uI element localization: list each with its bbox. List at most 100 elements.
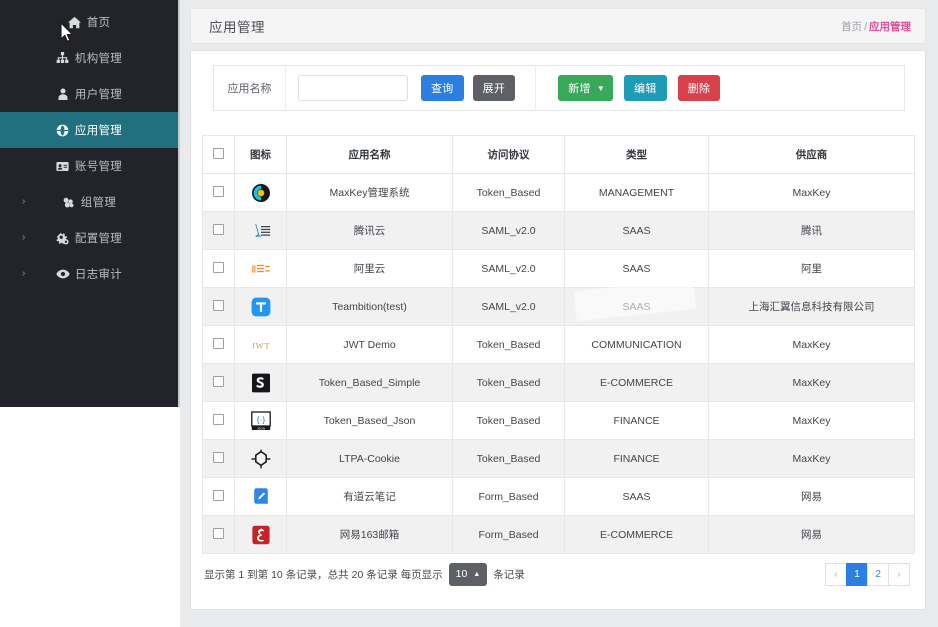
sidebar-item-label: 配置管理	[74, 233, 123, 245]
row-protocol: Token_Based	[452, 363, 565, 402]
table-row[interactable]: {·} JSON Token_Based_Json Token_Based FIN…	[202, 401, 915, 440]
sidebar-item-users[interactable]: 用户管理	[0, 76, 178, 112]
eye-icon	[56, 267, 70, 281]
ltpa-icon	[236, 449, 286, 469]
row-name: LTPA-Cookie	[286, 439, 453, 478]
row-name: 有道云笔记	[286, 477, 453, 516]
row-checkbox[interactable]	[213, 261, 224, 273]
row-checkbox-cell[interactable]	[202, 211, 235, 250]
chevron-down-icon: ▼	[596, 83, 606, 93]
row-protocol: Token_Based	[452, 401, 565, 440]
table-row[interactable]: Teambition(test) SAML_v2.0 SAAS 上海汇翼信息科技…	[202, 287, 915, 326]
row-vendor: 上海汇翼信息科技有限公司	[708, 287, 915, 326]
row-checkbox[interactable]	[213, 527, 224, 539]
table-row[interactable]: 阿里云 SAML_v2.0 SAAS 阿里	[202, 249, 915, 288]
pagination-page-1[interactable]: 1	[846, 562, 868, 586]
row-checkbox[interactable]	[213, 375, 224, 387]
row-name: Token_Based_Json	[286, 401, 453, 440]
table-row[interactable]: 网易163邮箱 Form_Based E-COMMERCE 网易	[202, 515, 915, 554]
row-checkbox[interactable]	[213, 337, 224, 349]
table-header-row: 图标 应用名称 访问协议 类型 供应商	[202, 135, 915, 174]
sidebar-item-audit[interactable]: › 日志审计	[0, 256, 178, 292]
row-vendor: MaxKey	[708, 325, 915, 364]
maxkey-icon	[236, 183, 286, 203]
chevron-right-icon: ›	[22, 232, 26, 243]
row-checkbox-cell[interactable]	[202, 325, 235, 364]
youdao-icon	[236, 487, 286, 507]
expand-button[interactable]: 展开	[472, 75, 516, 101]
edit-button[interactable]: 编辑	[624, 75, 667, 101]
pagination-next[interactable]: ›	[888, 562, 910, 586]
app-root: 首页 机构管理 用户管理 应用管理 账号管理 › 组管理 › 配置管理 › 日志…	[0, 0, 938, 627]
row-type: FINANCE	[564, 401, 709, 440]
row-name: 网易163邮箱	[286, 515, 453, 554]
sidebar-item-apps[interactable]: 应用管理	[0, 112, 178, 148]
row-checkbox[interactable]	[213, 489, 224, 501]
row-vendor: MaxKey	[708, 363, 915, 402]
search-input[interactable]	[298, 75, 408, 101]
json-icon: {·} JSON	[236, 410, 286, 431]
row-icon-cell	[234, 439, 287, 478]
row-name: JWT Demo	[286, 325, 453, 364]
row-checkbox[interactable]	[213, 451, 224, 463]
sidebar-item-label: 用户管理	[74, 89, 123, 101]
row-icon-cell: {·} JSON	[234, 401, 287, 440]
row-checkbox-cell[interactable]	[202, 173, 235, 212]
row-type: SAAS	[564, 287, 709, 326]
simple-icon	[236, 373, 286, 393]
sidebar-item-label: 机构管理	[74, 53, 123, 65]
row-icon-cell	[234, 287, 287, 326]
row-checkbox-cell[interactable]	[202, 515, 235, 554]
row-checkbox[interactable]	[213, 185, 224, 197]
search-toolbar: 应用名称 查询 展开 新增 ▼ 编辑 删除	[213, 65, 905, 111]
main-content: 应用管理 首页 / 应用管理 应用名称 查询 展开 新增 ▼ 编辑 删除 图标 …	[180, 0, 938, 627]
row-checkbox-cell[interactable]	[202, 401, 235, 440]
summary-prefix: 显示第 1 到第 10 条记录，总共 20 条记录 每页显示	[204, 568, 443, 581]
page-size-selector[interactable]: 10 ▲	[448, 562, 488, 586]
sidebar-item-config[interactable]: › 配置管理	[0, 220, 178, 256]
query-button[interactable]: 查询	[421, 75, 464, 101]
breadcrumb-separator: /	[864, 20, 867, 33]
table-row[interactable]: MaxKey管理系统 Token_Based MANAGEMENT MaxKey	[202, 173, 915, 212]
row-checkbox-cell[interactable]	[202, 439, 235, 478]
row-protocol: Form_Based	[452, 515, 565, 554]
table-row[interactable]: LTPA-Cookie Token_Based FINANCE MaxKey	[202, 439, 915, 478]
row-checkbox-cell[interactable]	[202, 477, 235, 516]
sidebar-item-label: 组管理	[80, 197, 117, 209]
row-checkbox[interactable]	[213, 299, 224, 311]
row-checkbox[interactable]	[213, 413, 224, 425]
row-vendor: MaxKey	[708, 439, 915, 478]
row-protocol: Token_Based	[452, 173, 565, 212]
sidebar-item-accounts[interactable]: 账号管理	[0, 148, 178, 184]
table-row[interactable]: JWT JWT Demo Token_Based COMMUNICATION M…	[202, 325, 915, 364]
header-select-all[interactable]	[202, 135, 235, 174]
breadcrumb: 首页 / 应用管理	[841, 19, 911, 34]
row-checkbox-cell[interactable]	[202, 249, 235, 288]
delete-button[interactable]: 删除	[677, 75, 721, 101]
row-icon-cell	[234, 515, 287, 554]
summary-suffix: 条记录	[493, 568, 525, 581]
row-checkbox[interactable]	[213, 223, 224, 235]
row-name: 阿里云	[286, 249, 453, 288]
header-icon: 图标	[234, 135, 287, 174]
row-type: SAAS	[564, 249, 709, 288]
sidebar-item-groups[interactable]: › 组管理	[0, 184, 178, 220]
chevron-right-icon: ›	[22, 196, 26, 207]
row-name: MaxKey管理系统	[286, 173, 453, 212]
table-row[interactable]: 腾讯云 SAML_v2.0 SAAS 腾讯	[202, 211, 915, 250]
select-all-checkbox[interactable]	[213, 147, 224, 159]
breadcrumb-home[interactable]: 首页	[841, 21, 862, 33]
globe-icon	[56, 123, 70, 137]
header-name: 应用名称	[286, 135, 453, 174]
page-size-value: 10	[455, 568, 468, 580]
add-button[interactable]: 新增 ▼	[558, 75, 614, 101]
pagination-page-2[interactable]: 2	[867, 562, 889, 586]
table-row[interactable]: 有道云笔记 Form_Based SAAS 网易	[202, 477, 915, 516]
sidebar-item-org[interactable]: 机构管理	[0, 40, 178, 76]
row-checkbox-cell[interactable]	[202, 363, 235, 402]
table-row[interactable]: Token_Based_Simple Token_Based E-COMMERC…	[202, 363, 915, 402]
sidebar-item-home[interactable]: 首页	[0, 4, 178, 40]
pagination-prev[interactable]: ‹	[825, 562, 847, 586]
row-protocol: SAML_v2.0	[452, 287, 565, 326]
row-checkbox-cell[interactable]	[202, 287, 235, 326]
